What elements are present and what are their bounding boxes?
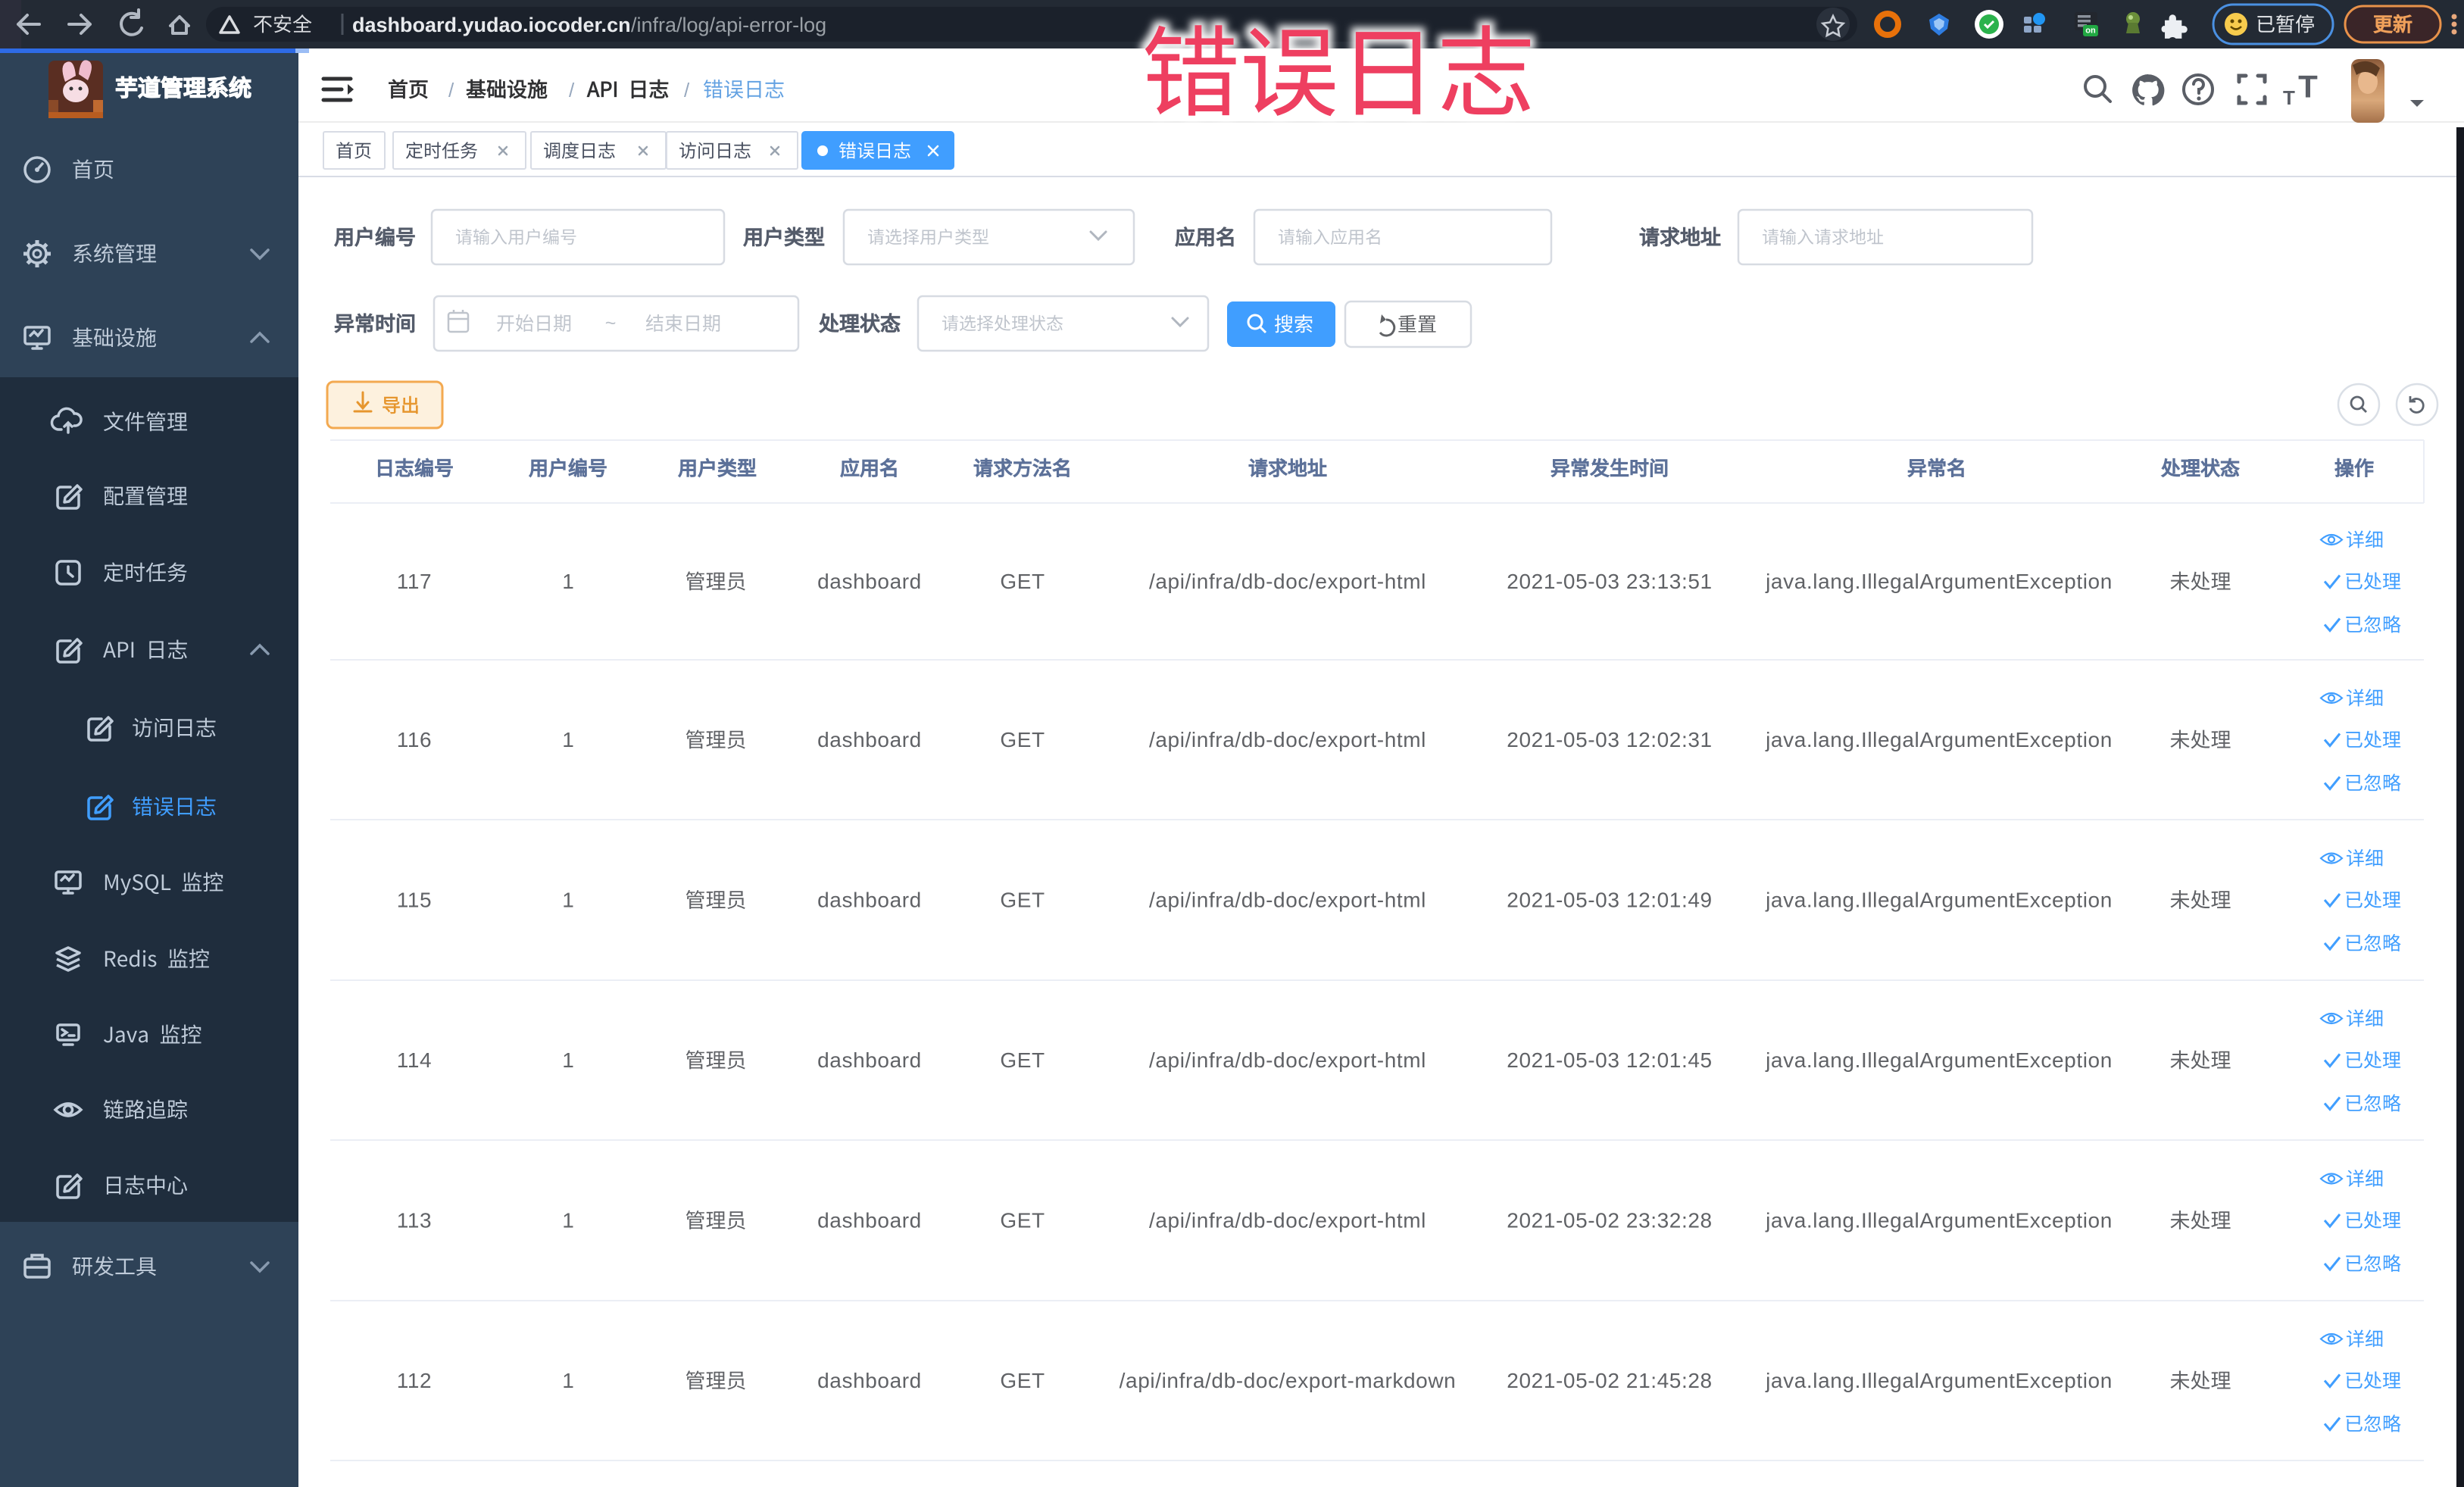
- svg-text:java.lang.IllegalArgumentExcep: java.lang.IllegalArgumentException: [1765, 1048, 2113, 1072]
- svg-text:/infra/log/api-error-log: /infra/log/api-error-log: [631, 14, 826, 36]
- svg-text:/api/infra/db-doc/export-html: /api/infra/db-doc/export-html: [1149, 1209, 1426, 1232]
- svg-text:1: 1: [562, 728, 574, 751]
- svg-text:1: 1: [562, 570, 574, 593]
- svg-text:GET: GET: [1000, 1209, 1045, 1232]
- svg-text:/api/infra/db-doc/export-html: /api/infra/db-doc/export-html: [1149, 570, 1426, 593]
- svg-text:2021-05-03 12:01:49: 2021-05-03 12:01:49: [1507, 889, 1712, 912]
- svg-text:/api/infra/db-doc/export-html: /api/infra/db-doc/export-html: [1149, 728, 1426, 751]
- svg-text:dashboard: dashboard: [817, 1369, 922, 1392]
- svg-text:/api/infra/db-doc/export-html: /api/infra/db-doc/export-html: [1149, 889, 1426, 912]
- svg-text:GET: GET: [1000, 728, 1045, 751]
- svg-text:T: T: [2298, 69, 2318, 105]
- svg-text:2021-05-03 23:13:51: 2021-05-03 23:13:51: [1507, 570, 1712, 593]
- svg-text:GET: GET: [1000, 1048, 1045, 1072]
- svg-text:1: 1: [562, 1209, 574, 1232]
- svg-text:115: 115: [397, 889, 432, 912]
- svg-text:/api/infra/db-doc/export-markd: /api/infra/db-doc/export-markdown: [1120, 1369, 1457, 1392]
- svg-text:1: 1: [562, 1048, 574, 1072]
- svg-text:dashboard: dashboard: [817, 1209, 922, 1232]
- svg-text:/: /: [569, 79, 575, 102]
- svg-text:java.lang.IllegalArgumentExcep: java.lang.IllegalArgumentException: [1765, 1209, 2113, 1232]
- svg-text:java.lang.IllegalArgumentExcep: java.lang.IllegalArgumentException: [1765, 728, 2113, 751]
- svg-text:T: T: [2283, 86, 2295, 109]
- svg-text:/api/infra/db-doc/export-html: /api/infra/db-doc/export-html: [1149, 1048, 1426, 1072]
- svg-text:1: 1: [562, 889, 574, 912]
- svg-text:java.lang.IllegalArgumentExcep: java.lang.IllegalArgumentException: [1765, 570, 2113, 593]
- svg-text:2021-05-03 12:01:45: 2021-05-03 12:01:45: [1507, 1048, 1712, 1072]
- svg-text:/: /: [684, 79, 690, 102]
- svg-text:~: ~: [605, 313, 617, 334]
- svg-text:2021-05-02 21:45:28: 2021-05-02 21:45:28: [1507, 1369, 1712, 1392]
- svg-text:java.lang.IllegalArgumentExcep: java.lang.IllegalArgumentException: [1765, 889, 2113, 912]
- svg-text:dashboard: dashboard: [817, 570, 922, 593]
- svg-text:1: 1: [562, 1369, 574, 1392]
- svg-text:/: /: [448, 79, 454, 102]
- svg-text:2021-05-02 23:32:28: 2021-05-02 23:32:28: [1507, 1209, 1712, 1232]
- svg-text:116: 116: [397, 728, 432, 751]
- svg-text:java.lang.IllegalArgumentExcep: java.lang.IllegalArgumentException: [1765, 1369, 2113, 1392]
- svg-text:dashboard: dashboard: [817, 1048, 922, 1072]
- svg-text:dashboard.yudao.iocoder.cn: dashboard.yudao.iocoder.cn: [352, 14, 631, 36]
- svg-text:112: 112: [397, 1369, 432, 1392]
- svg-text:2021-05-03 12:02:31: 2021-05-03 12:02:31: [1507, 728, 1712, 751]
- svg-text:dashboard: dashboard: [817, 728, 922, 751]
- svg-text:113: 113: [397, 1209, 432, 1232]
- svg-text:dashboard: dashboard: [817, 889, 922, 912]
- svg-text:114: 114: [397, 1048, 432, 1072]
- svg-text:GET: GET: [1000, 570, 1045, 593]
- svg-text:GET: GET: [1000, 889, 1045, 912]
- svg-text:117: 117: [397, 570, 432, 593]
- svg-text:on: on: [2085, 27, 2096, 36]
- svg-text:GET: GET: [1000, 1369, 1045, 1392]
